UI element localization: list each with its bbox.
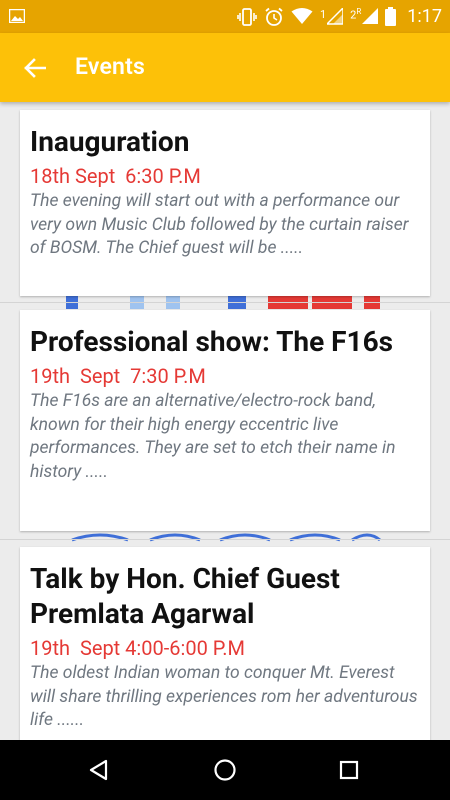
alarm-icon [265, 7, 283, 26]
event-description: The oldest Indian woman to conquer Mt. E… [30, 663, 418, 730]
events-list[interactable]: Inauguration 18th Sept 6:30 P.M The even… [0, 102, 450, 740]
event-title: Talk by Hon. Chief Guest Premlata Agarwa… [30, 562, 340, 630]
event-date: 18th Sept 6:30 P.M [30, 164, 201, 188]
image-icon [9, 9, 25, 23]
event-description: The F16s are an alternative/electro-rock… [30, 391, 396, 482]
nav-back-button[interactable] [69, 740, 129, 800]
nav-home-button[interactable] [195, 740, 255, 800]
event-description: The evening will start out with a perfor… [30, 191, 409, 258]
arrow-left-icon [24, 58, 46, 78]
wifi-icon [291, 8, 313, 24]
signal-icon [362, 8, 379, 24]
signal-icon [327, 8, 344, 25]
divider [0, 302, 450, 303]
status-bar: 1 2R 1:17 [0, 0, 450, 33]
divider [0, 539, 450, 540]
vibrate-icon [237, 7, 257, 26]
event-date: 19th Sept 4:00-6:00 P.M [30, 636, 245, 660]
back-triangle-icon [89, 759, 108, 781]
event-title: Professional show: The F16s [30, 325, 394, 358]
sim2-label: 2R [350, 7, 362, 22]
page-title: Events [75, 53, 146, 80]
event-date: 19th Sept 7:30 P.M [30, 364, 206, 388]
event-title: Inauguration [30, 125, 190, 158]
nav-recents-button[interactable] [319, 740, 379, 800]
event-card[interactable]: Inauguration 18th Sept 6:30 P.M The even… [20, 110, 430, 296]
status-time: 1:17 [407, 6, 442, 27]
event-card[interactable]: Professional show: The F16s 19th Sept 7:… [20, 310, 430, 531]
battery-icon [385, 7, 397, 26]
app-bar: Events [0, 33, 450, 102]
recents-square-icon [339, 760, 359, 780]
event-card[interactable]: Talk by Hon. Chief Guest Premlata Agarwa… [20, 547, 430, 740]
back-button[interactable] [14, 47, 56, 89]
navigation-bar [0, 740, 450, 800]
sim1-label: 1 [319, 8, 327, 21]
home-circle-icon [214, 759, 236, 781]
